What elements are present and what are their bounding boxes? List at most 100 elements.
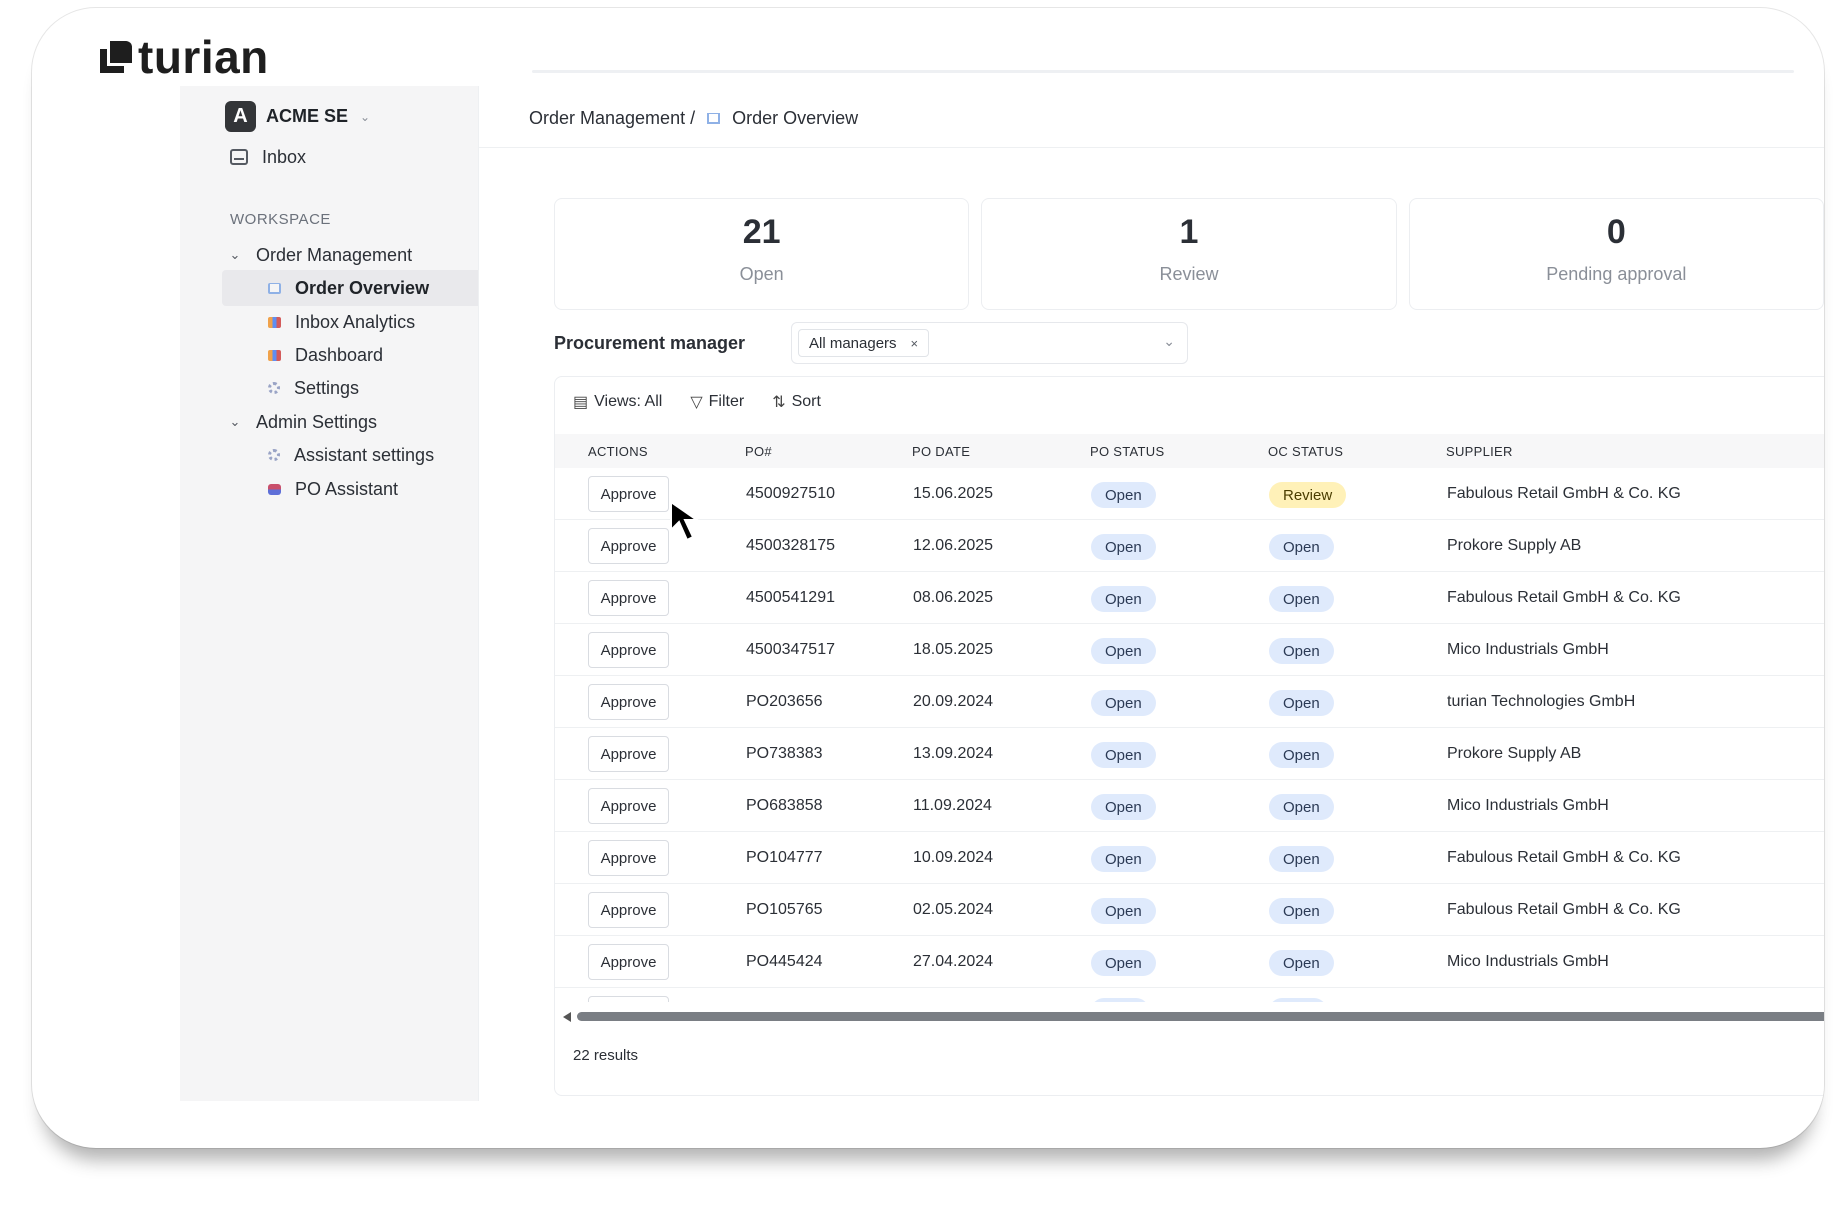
table-row[interactable]: Approve PO445424 27.04.2024 Open Open Mico In… bbox=[555, 936, 1824, 988]
brand-logo: turian bbox=[98, 30, 269, 84]
stat-label: Open bbox=[739, 264, 784, 284]
chevron-down-icon: ⌄ bbox=[360, 109, 371, 124]
stat-card-open[interactable]: 21 Open bbox=[554, 198, 970, 310]
robot-icon bbox=[268, 483, 281, 495]
po-date: 08.06.2025 bbox=[913, 589, 994, 606]
stat-card-review[interactable]: 1 Review bbox=[981, 198, 1397, 310]
po-status-badge: Open bbox=[1091, 950, 1156, 976]
sidebar-item-label: Settings bbox=[294, 377, 360, 398]
po-date: 11.09.2024 bbox=[913, 797, 992, 814]
chevron-down-icon: ⌄ bbox=[229, 247, 241, 262]
table-row[interactable]: Approve 4500328175 12.06.2025 Open Open Proko… bbox=[555, 520, 1824, 572]
main-content: Order Management / Order Overview 21 Ope… bbox=[479, 86, 1824, 1101]
column-header-po-number[interactable]: PO# bbox=[745, 444, 772, 459]
approve-button[interactable]: Approve bbox=[588, 684, 669, 720]
po-date: 27.04.2024 bbox=[913, 953, 994, 970]
column-header-oc-status[interactable]: OC STATUS bbox=[1268, 444, 1343, 459]
oc-status-badge: Review bbox=[1269, 482, 1347, 508]
po-status-badge: Open bbox=[1091, 482, 1156, 508]
table-row[interactable]: Approve PO683858 11.09.2024 Open Open Mico In… bbox=[555, 780, 1824, 832]
sidebar-item-assistant-settings[interactable]: Assistant settings bbox=[228, 437, 516, 473]
chart-icon bbox=[268, 349, 281, 361]
filter-button[interactable]: ▽ Filter bbox=[690, 392, 744, 412]
column-header-po-date[interactable]: PO DATE bbox=[912, 444, 970, 459]
mouse-cursor-icon bbox=[670, 500, 701, 542]
approve-button[interactable]: Approve bbox=[588, 528, 669, 564]
oc-status-badge: Open bbox=[1269, 846, 1334, 872]
scrollbar-thumb[interactable] bbox=[577, 1012, 1824, 1021]
procurement-manager-select[interactable]: All managers × ⌄ bbox=[791, 322, 1188, 364]
close-icon[interactable]: × bbox=[911, 336, 919, 351]
results-count: 22 results bbox=[573, 1047, 639, 1064]
sort-button[interactable]: ⇅ Sort bbox=[772, 392, 821, 412]
approve-button[interactable]: Approve bbox=[588, 632, 669, 668]
po-status-badge: Open bbox=[1091, 898, 1156, 924]
po-number[interactable]: PO683858 bbox=[746, 797, 823, 815]
table-row[interactable]: Approve PO105765 02.05.2024 Open Open Fabulou… bbox=[555, 884, 1824, 936]
gear-icon bbox=[268, 382, 280, 394]
stat-value: 0 bbox=[1606, 213, 1626, 251]
table-row[interactable]: Approve PO104777 10.09.2024 Open Open Fabulou… bbox=[555, 832, 1824, 884]
sidebar-item-label: Dashboard bbox=[295, 344, 384, 365]
supplier-name: Prokore Supply AB bbox=[1447, 537, 1582, 554]
approve-button[interactable]: Approve bbox=[588, 580, 669, 616]
orders-table-card: ▤ Views: All ▽ Filter ⇅ Sort ACTIONS PO#… bbox=[554, 376, 1824, 1096]
po-number[interactable]: 4500927510 bbox=[746, 485, 835, 503]
org-switcher[interactable]: A ACME SE ⌄ bbox=[225, 101, 370, 132]
approve-button[interactable]: Approve bbox=[588, 736, 669, 772]
chevron-down-icon[interactable]: ⌄ bbox=[1163, 333, 1175, 350]
sort-icon: ⇅ bbox=[772, 394, 786, 411]
approve-button[interactable]: Approve bbox=[588, 944, 669, 980]
po-status-badge: Open bbox=[1091, 586, 1156, 612]
table-row[interactable]: Approve 4500347517 18.05.2025 Open Open Mico … bbox=[555, 624, 1824, 676]
oc-status-badge: Open bbox=[1269, 534, 1334, 560]
column-header-po-status[interactable]: PO STATUS bbox=[1090, 444, 1164, 459]
po-status-badge: Open bbox=[1091, 846, 1156, 872]
table-row[interactable]: Approve 4500541291 08.06.2025 Open Open Fabul… bbox=[555, 572, 1824, 624]
po-status-badge: Open bbox=[1091, 638, 1156, 664]
po-number[interactable]: 4500347517 bbox=[746, 641, 835, 659]
oc-status-badge: Open bbox=[1269, 898, 1334, 924]
sidebar-item-po-assistant[interactable]: PO Assistant bbox=[228, 471, 516, 507]
table-body: Approve 4500927510 15.06.2025 Open Review Fab… bbox=[555, 468, 1824, 1002]
table-row[interactable]: Approve 4500927510 15.06.2025 Open Review Fab… bbox=[555, 468, 1824, 520]
table-header: ACTIONS PO# PO DATE PO STATUS OC STATUS … bbox=[555, 434, 1824, 468]
sidebar-item-dashboard[interactable]: Dashboard bbox=[228, 337, 516, 373]
approve-button[interactable]: Approve bbox=[588, 788, 669, 824]
po-number[interactable]: 4500541291 bbox=[746, 589, 835, 607]
po-number[interactable]: PO738383 bbox=[746, 745, 823, 763]
manager-chip: All managers × bbox=[798, 329, 930, 357]
sidebar-item-order-overview[interactable]: Order Overview bbox=[222, 270, 498, 306]
column-header-supplier[interactable]: SUPPLIER bbox=[1446, 444, 1513, 459]
po-number[interactable]: 4500328175 bbox=[746, 537, 835, 555]
horizontal-scrollbar[interactable] bbox=[563, 1010, 1824, 1024]
sidebar-group-order-management[interactable]: ⌄ Order Management bbox=[228, 237, 413, 273]
supplier-name: Mico Industrials GmbH bbox=[1447, 953, 1609, 970]
org-avatar: A bbox=[225, 101, 256, 132]
breadcrumb-parent[interactable]: Order Management / bbox=[529, 108, 695, 129]
po-number[interactable]: PO104777 bbox=[746, 849, 823, 867]
chevron-down-icon: ⌄ bbox=[229, 414, 241, 429]
stat-card-pending-approval[interactable]: 0 Pending approval bbox=[1408, 198, 1824, 310]
table-row[interactable]: Approve PO203656 20.09.2024 Open Open turian … bbox=[555, 676, 1824, 728]
scroll-left-icon[interactable] bbox=[563, 1012, 571, 1022]
table-row[interactable]: Approve PO738383 13.09.2024 Open Open Prokore… bbox=[555, 728, 1824, 780]
po-date: 02.05.2024 bbox=[913, 901, 994, 918]
approve-button[interactable]: Approve bbox=[588, 892, 669, 928]
po-status-badge: Open bbox=[1091, 742, 1156, 768]
sidebar-group-admin-settings[interactable]: ⌄ Admin Settings bbox=[228, 404, 378, 440]
stat-value: 1 bbox=[1179, 213, 1199, 251]
supplier-name: Mico Industrials GmbH bbox=[1447, 797, 1609, 814]
approve-button[interactable]: Approve bbox=[588, 476, 669, 512]
sidebar-item-inbox-analytics[interactable]: Inbox Analytics bbox=[228, 304, 516, 340]
views-button[interactable]: ▤ Views: All bbox=[573, 392, 662, 412]
po-number[interactable]: PO105765 bbox=[746, 901, 823, 919]
sidebar-item-inbox[interactable]: Inbox bbox=[230, 139, 306, 175]
filter-icon: ▽ bbox=[690, 394, 703, 411]
po-number[interactable]: PO445424 bbox=[746, 953, 823, 971]
approve-button[interactable]: Approve bbox=[588, 840, 669, 876]
views-label: Views: All bbox=[594, 393, 663, 410]
po-number[interactable]: PO203656 bbox=[746, 693, 823, 711]
sidebar-item-settings[interactable]: Settings bbox=[228, 370, 516, 406]
sidebar-item-label: Inbox bbox=[262, 146, 307, 167]
